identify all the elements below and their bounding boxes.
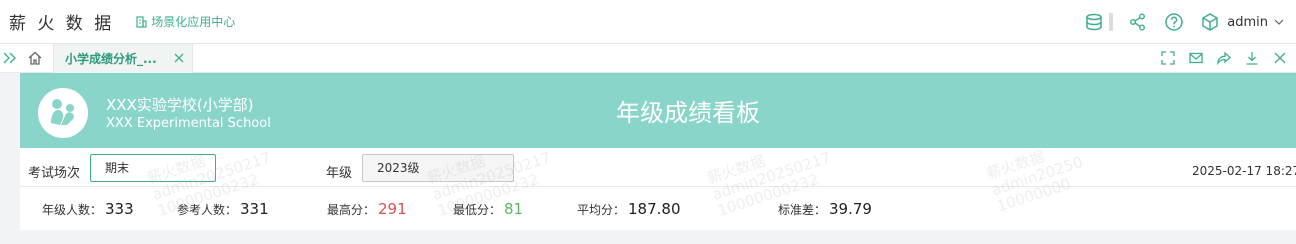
grade-dashboard: XXX实验学校(小学部) XXX Experimental School 年级成…: [20, 73, 1296, 244]
stat-min-score: 最低分： 81: [453, 200, 523, 218]
header-actions: admin: [1069, 0, 1284, 44]
school-english-name: XXX Experimental School: [106, 116, 271, 131]
expand-sidebar-icon[interactable]: [2, 50, 18, 66]
grade-select[interactable]: 2023级: [362, 154, 514, 182]
tab-bar: 小学成绩分析_...: [0, 44, 1296, 73]
stat-label: 参考人数：: [177, 203, 238, 217]
current-datetime: 2025-02-17 18:27:: [1192, 164, 1296, 178]
stat-value: 331: [240, 200, 269, 218]
school-name: XXX实验学校(小学部): [106, 96, 254, 114]
stat-value: 187.80: [628, 200, 681, 218]
close-icon[interactable]: [174, 53, 184, 63]
building-icon: [136, 15, 147, 28]
tab-tools: [1148, 50, 1288, 66]
filter-bar: 考试场次 期末 年级 2023级 2025-02-17 18:27:: [20, 148, 1296, 186]
share-icon[interactable]: [1127, 11, 1149, 33]
exam-filter-label: 考试场次: [28, 166, 81, 181]
stat-value: 333: [105, 200, 134, 218]
stat-value: 39.79: [829, 200, 872, 218]
school-info: XXX实验学校(小学部) XXX Experimental School: [106, 94, 271, 131]
stat-average: 平均分： 187.80: [577, 200, 681, 218]
stat-label: 最高分：: [327, 203, 376, 217]
stat-std-dev: 标准差： 39.79: [778, 200, 872, 218]
fullscreen-icon[interactable]: [1160, 50, 1176, 66]
top-header: 薪 火 数 据 场景化应用中心 admin: [0, 0, 1296, 44]
user-menu[interactable]: admin: [1227, 15, 1284, 30]
tab-score-analysis[interactable]: 小学成绩分析_...: [53, 44, 193, 73]
stat-label: 最低分：: [453, 203, 502, 217]
chevron-down-icon: [1274, 19, 1284, 25]
database-icon[interactable]: [1083, 11, 1105, 33]
tab-label: 小学成绩分析_...: [65, 52, 157, 66]
grade-filter-label: 年级: [326, 166, 353, 181]
help-icon[interactable]: [1163, 11, 1185, 33]
download-icon[interactable]: [1244, 50, 1260, 66]
home-icon[interactable]: [27, 50, 43, 66]
dashboard-title: 年级成绩看板: [616, 99, 760, 127]
stat-label: 平均分：: [577, 203, 626, 217]
exam-select[interactable]: 期末: [90, 154, 216, 182]
username: admin: [1227, 14, 1268, 30]
header-divider: [1109, 13, 1114, 31]
stats-bar: 年级人数： 333 参考人数： 331 最高分： 291 最低分： 81 平均分…: [20, 186, 1296, 230]
stat-label: 年级人数：: [42, 203, 103, 217]
dashboard-banner: XXX实验学校(小学部) XXX Experimental School 年级成…: [20, 73, 1296, 148]
app-center-label: 场景化应用中心: [151, 15, 236, 29]
app-center-link[interactable]: 场景化应用中心: [136, 13, 235, 30]
brand-logo-text[interactable]: 薪 火 数 据: [9, 9, 114, 34]
school-emblem-icon: [51, 99, 74, 125]
stat-max-score: 最高分： 291: [327, 200, 407, 218]
close-page-icon[interactable]: [1272, 50, 1288, 66]
stat-grade-count: 年级人数： 333: [42, 200, 134, 218]
mail-icon[interactable]: [1188, 50, 1204, 66]
stat-value: 81: [504, 200, 524, 218]
school-logo: [38, 88, 88, 138]
forward-icon[interactable]: [1216, 50, 1232, 66]
stat-label: 标准差：: [778, 203, 827, 217]
cube-icon[interactable]: [1199, 11, 1221, 33]
stat-value: 291: [378, 200, 407, 218]
stat-exam-count: 参考人数： 331: [177, 200, 269, 218]
